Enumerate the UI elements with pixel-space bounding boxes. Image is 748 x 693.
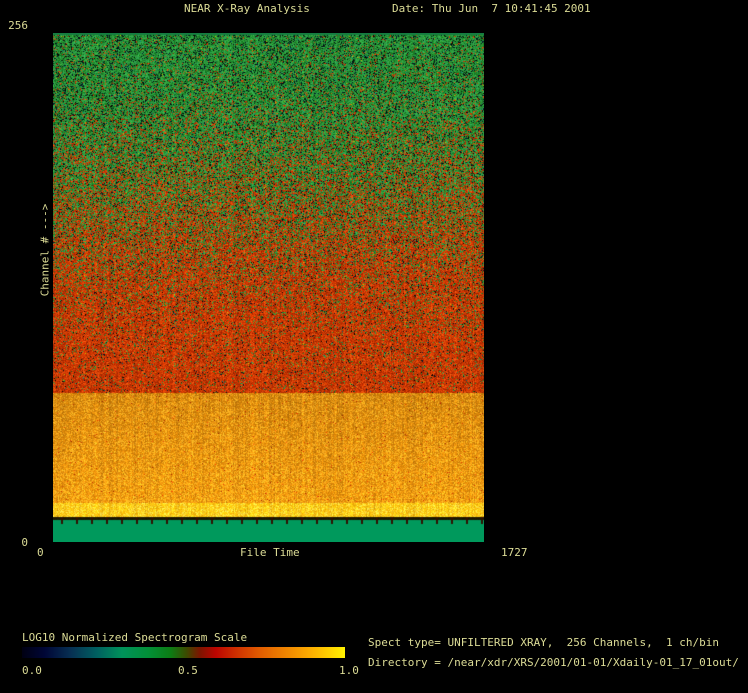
spect-type-line: Spect type= UNFILTERED XRAY, 256 Channel… — [368, 636, 719, 649]
y-axis-title: Channel # ---> — [38, 203, 52, 297]
x-axis-min-label: 0 — [37, 546, 44, 559]
x-axis-max-label: 1727 — [501, 546, 528, 559]
directory-line: Directory = /near/xdr/XRS/2001/01-01/Xda… — [368, 656, 739, 669]
colorbar-tick-high: 1.0 — [339, 664, 359, 677]
colorbar-tick-mid: 0.5 — [178, 664, 198, 677]
colorbar-gradient — [22, 647, 345, 658]
app-title: NEAR X-Ray Analysis — [184, 2, 310, 15]
colorbar-tick-low: 0.0 — [22, 664, 42, 677]
colorbar-title: LOG10 Normalized Spectrogram Scale — [22, 631, 248, 644]
y-axis-min-label: 0 — [21, 536, 28, 549]
y-axis-max-label: 256 — [8, 19, 28, 32]
x-axis-title: File Time — [240, 546, 300, 559]
spectrogram-canvas — [53, 33, 484, 542]
date-label: Date: Thu Jun 7 10:41:45 2001 — [392, 2, 591, 15]
